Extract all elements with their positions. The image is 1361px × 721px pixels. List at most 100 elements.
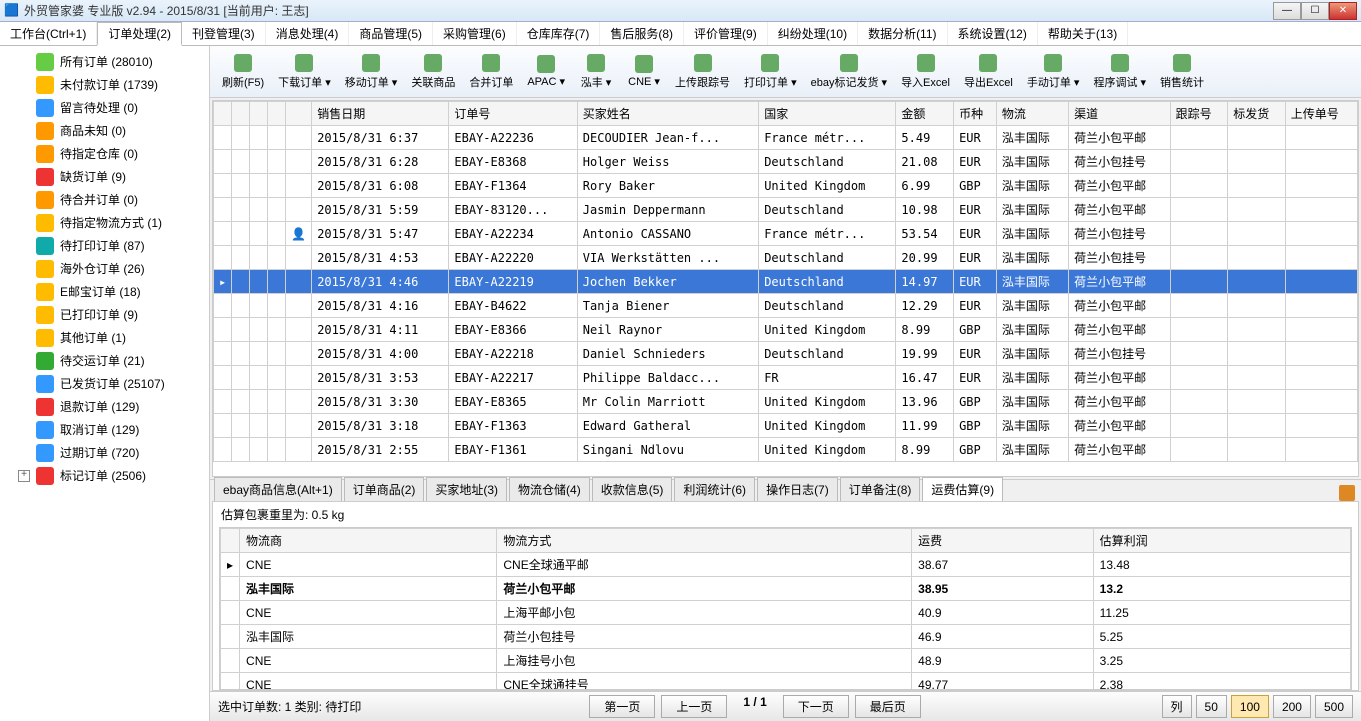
toolbar-button[interactable]: 导出Excel	[958, 52, 1019, 92]
toolbar-button[interactable]: 移动订单 ▾	[339, 52, 404, 92]
detail-tab[interactable]: 利润统计(6)	[674, 477, 755, 501]
menu-tab[interactable]: 刊登管理(3)	[182, 22, 266, 45]
columns-button[interactable]: 列	[1162, 695, 1192, 718]
detail-tab[interactable]: 操作日志(7)	[757, 477, 838, 501]
table-row[interactable]: 2015/8/31 4:53EBAY-A22220VIA Werkstätten…	[214, 246, 1358, 270]
expand-icon[interactable]: +	[18, 470, 30, 482]
shipping-grid[interactable]: 物流商物流方式运费估算利润▸CNECNE全球通平邮38.6713.48泓丰国际荷…	[219, 527, 1352, 690]
toolbar-button[interactable]: 泓丰 ▾	[573, 52, 619, 92]
table-row[interactable]: ▸CNECNE全球通平邮38.6713.48	[221, 553, 1351, 577]
sidebar-item[interactable]: 其他订单 (1)	[0, 326, 209, 349]
column-header[interactable]: 物流	[996, 102, 1068, 126]
sidebar-item[interactable]: 过期订单 (720)	[0, 441, 209, 464]
prev-page-button[interactable]: 上一页	[661, 695, 727, 718]
book-icon[interactable]	[1339, 485, 1355, 501]
sidebar-item[interactable]: 未付款订单 (1739)	[0, 73, 209, 96]
column-header[interactable]: 金额	[896, 102, 954, 126]
column-header[interactable]: 物流商	[240, 529, 497, 553]
table-row[interactable]: 2015/8/31 4:11EBAY-E8366Neil RaynorUnite…	[214, 318, 1358, 342]
minimize-button[interactable]: —	[1273, 2, 1301, 20]
menu-tab[interactable]: 系统设置(12)	[948, 22, 1038, 45]
sidebar-item[interactable]: 留言待处理 (0)	[0, 96, 209, 119]
table-row[interactable]: 2015/8/31 6:28EBAY-E8368Holger WeissDeut…	[214, 150, 1358, 174]
last-page-button[interactable]: 最后页	[855, 695, 921, 718]
column-header[interactable]: 标发货	[1228, 102, 1286, 126]
toolbar-button[interactable]: 程序调试 ▾	[1087, 52, 1152, 92]
table-row[interactable]: 2015/8/31 2:55EBAY-F1361Singani NdlovuUn…	[214, 438, 1358, 462]
table-row[interactable]: 泓丰国际荷兰小包平邮38.9513.2	[221, 577, 1351, 601]
detail-tab[interactable]: ebay商品信息(Alt+1)	[214, 477, 342, 501]
menu-tab[interactable]: 纠纷处理(10)	[768, 22, 858, 45]
detail-tab[interactable]: 运费估算(9)	[922, 477, 1003, 501]
sidebar-item[interactable]: 退款订单 (129)	[0, 395, 209, 418]
column-header[interactable]: 上传单号	[1285, 102, 1357, 126]
table-row[interactable]: 2015/8/31 4:16EBAY-B4622Tanja BienerDeut…	[214, 294, 1358, 318]
toolbar-button[interactable]: 上传跟踪号	[669, 52, 736, 92]
menu-tab[interactable]: 帮助关于(13)	[1038, 22, 1128, 45]
column-header[interactable]: 估算利润	[1093, 529, 1350, 553]
sidebar-item[interactable]: 待交运订单 (21)	[0, 349, 209, 372]
toolbar-button[interactable]: 下载订单 ▾	[272, 52, 337, 92]
detail-tab[interactable]: 订单商品(2)	[344, 477, 425, 501]
toolbar-button[interactable]: 打印订单 ▾	[738, 52, 803, 92]
detail-tab[interactable]: 买家地址(3)	[426, 477, 507, 501]
first-page-button[interactable]: 第一页	[589, 695, 655, 718]
menu-tab[interactable]: 评价管理(9)	[684, 22, 768, 45]
toolbar-button[interactable]: 销售统计	[1154, 52, 1210, 92]
sidebar-item[interactable]: 待打印订单 (87)	[0, 234, 209, 257]
column-header[interactable]: 跟踪号	[1170, 102, 1228, 126]
sidebar-item[interactable]: 海外仓订单 (26)	[0, 257, 209, 280]
order-grid[interactable]: 销售日期订单号买家姓名国家金额币种物流渠道跟踪号标发货上传单号2015/8/31…	[212, 100, 1359, 477]
column-header[interactable]: 物流方式	[497, 529, 912, 553]
next-page-button[interactable]: 下一页	[783, 695, 849, 718]
table-row[interactable]: 2015/8/31 5:59EBAY-83120...Jasmin Depper…	[214, 198, 1358, 222]
table-row[interactable]: 2015/8/31 6:08EBAY-F1364Rory BakerUnited…	[214, 174, 1358, 198]
toolbar-button[interactable]: 刷新(F5)	[216, 52, 270, 92]
toolbar-button[interactable]: 关联商品	[405, 52, 461, 92]
table-row[interactable]: CNE上海平邮小包40.911.25	[221, 601, 1351, 625]
sidebar-item[interactable]: 待指定仓库 (0)	[0, 142, 209, 165]
menu-tab[interactable]: 消息处理(4)	[266, 22, 350, 45]
toolbar-button[interactable]: 手动订单 ▾	[1021, 52, 1086, 92]
column-header[interactable]: 渠道	[1069, 102, 1171, 126]
maximize-button[interactable]: ☐	[1301, 2, 1329, 20]
column-header[interactable]: 国家	[759, 102, 896, 126]
sidebar-item[interactable]: 已打印订单 (9)	[0, 303, 209, 326]
sidebar-item[interactable]: 待合并订单 (0)	[0, 188, 209, 211]
sidebar-item[interactable]: 商品未知 (0)	[0, 119, 209, 142]
menu-tab[interactable]: 商品管理(5)	[349, 22, 433, 45]
column-header[interactable]: 运费	[912, 529, 1093, 553]
menu-tab[interactable]: 采购管理(6)	[433, 22, 517, 45]
table-row[interactable]: 泓丰国际荷兰小包挂号46.95.25	[221, 625, 1351, 649]
close-button[interactable]: ✕	[1329, 2, 1357, 20]
column-header[interactable]: 销售日期	[312, 102, 449, 126]
toolbar-button[interactable]: CNE ▾	[621, 53, 667, 90]
sidebar-item[interactable]: +标记订单 (2506)	[0, 464, 209, 487]
table-row[interactable]: 2015/8/31 6:37EBAY-A22236DECOUDIER Jean-…	[214, 126, 1358, 150]
column-header[interactable]: 买家姓名	[577, 102, 758, 126]
table-row[interactable]: CNECNE全球通挂号49.772.38	[221, 673, 1351, 691]
page-size-button[interactable]: 100	[1231, 695, 1269, 718]
menu-tab[interactable]: 数据分析(11)	[858, 22, 947, 45]
detail-tab[interactable]: 收款信息(5)	[592, 477, 673, 501]
page-size-button[interactable]: 200	[1273, 695, 1311, 718]
menu-tab[interactable]: 工作台(Ctrl+1)	[0, 22, 97, 45]
toolbar-button[interactable]: 合并订单	[463, 52, 519, 92]
sidebar-item[interactable]: 所有订单 (28010)	[0, 50, 209, 73]
toolbar-button[interactable]: 导入Excel	[895, 52, 956, 92]
column-header[interactable]: 订单号	[449, 102, 577, 126]
sidebar-item[interactable]: 缺货订单 (9)	[0, 165, 209, 188]
menu-tab[interactable]: 仓库库存(7)	[517, 22, 601, 45]
menu-tab[interactable]: 售后服务(8)	[600, 22, 684, 45]
sidebar-item[interactable]: 已发货订单 (25107)	[0, 372, 209, 395]
menu-tab[interactable]: 订单处理(2)	[97, 22, 182, 46]
toolbar-button[interactable]: APAC ▾	[521, 53, 571, 90]
table-row[interactable]: 2015/8/31 3:53EBAY-A22217Philippe Baldac…	[214, 366, 1358, 390]
sidebar-item[interactable]: E邮宝订单 (18)	[0, 280, 209, 303]
detail-tab[interactable]: 订单备注(8)	[840, 477, 921, 501]
table-row[interactable]: 2015/8/31 3:18EBAY-F1363Edward GatheralU…	[214, 414, 1358, 438]
table-row[interactable]: 2015/8/31 3:30EBAY-E8365Mr Colin Marriot…	[214, 390, 1358, 414]
column-header[interactable]: 币种	[954, 102, 997, 126]
page-size-button[interactable]: 500	[1315, 695, 1353, 718]
page-size-button[interactable]: 50	[1196, 695, 1227, 718]
